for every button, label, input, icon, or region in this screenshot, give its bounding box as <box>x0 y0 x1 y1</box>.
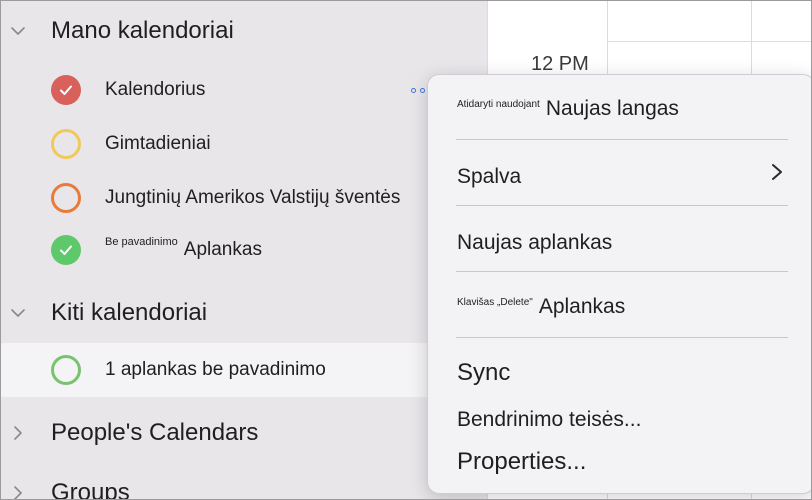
calendar-name-prefix: Be pavadinimo <box>105 236 178 248</box>
unchecked-circle-icon[interactable] <box>51 355 81 385</box>
chevron-right-icon[interactable] <box>10 485 26 499</box>
app-window: 12 PM Mano kalendoriai Kalendorius Gimta… <box>0 0 812 500</box>
calendar-name-main: Aplankas <box>183 239 262 260</box>
menu-item-color[interactable]: Spalva <box>457 165 521 189</box>
menu-item-sharing-permissions[interactable]: Bendrinimo teisės... <box>457 408 641 432</box>
menu-divider <box>456 139 788 140</box>
context-menu: Atidaryti naudojant Naujas langas Spalva… <box>427 74 811 494</box>
calendar-sidebar: Mano kalendoriai Kalendorius Gimtadienia… <box>1 1 487 499</box>
unchecked-circle-icon[interactable] <box>51 129 81 159</box>
menu-item-prefix: Klavišas „Delete" <box>457 297 533 308</box>
menu-divider <box>456 205 788 206</box>
calendar-name: Be pavadinimo Aplankas <box>105 223 262 277</box>
section-title: Groups <box>51 479 130 500</box>
menu-item-properties[interactable]: Properties... <box>457 448 586 476</box>
menu-divider <box>456 337 788 338</box>
chevron-down-icon[interactable] <box>10 305 26 321</box>
calendar-name: Jungtinių Amerikos Valstijų šventės <box>105 187 401 208</box>
menu-item-label: Bendrinimo teisės... <box>457 408 642 431</box>
menu-item-label: Sync <box>457 359 511 386</box>
section-other-calendars[interactable]: Kiti kalendoriai <box>1 293 487 333</box>
checked-circle-icon[interactable] <box>51 235 81 265</box>
menu-item-prefix: Atidaryti naudojant <box>457 99 540 110</box>
menu-item-sync[interactable]: Sync <box>457 359 510 387</box>
section-groups[interactable]: Groups <box>1 473 487 500</box>
checked-circle-icon[interactable] <box>51 75 81 105</box>
calendar-name: 1 aplankas be pavadinimo <box>105 359 326 380</box>
calendar-name: Gimtadieniai <box>105 133 211 154</box>
calendar-item-untitled-folder[interactable]: 1 aplankas be pavadinimo <box>1 343 487 397</box>
chevron-right-icon <box>772 164 782 180</box>
menu-divider <box>456 271 788 272</box>
menu-item-open-new-window[interactable]: Atidaryti naudojant Naujas langas <box>457 97 679 121</box>
calendar-name: Kalendorius <box>105 79 206 100</box>
calendar-item-holidays[interactable]: Jungtinių Amerikos Valstijų šventės <box>1 171 487 225</box>
section-title: Kiti kalendoriai <box>51 299 208 326</box>
menu-item-new-folder[interactable]: Naujas aplankas <box>457 231 612 255</box>
section-title: People's Calendars <box>51 419 259 446</box>
chevron-down-icon[interactable] <box>10 23 26 39</box>
chevron-right-icon[interactable] <box>10 425 26 441</box>
unchecked-circle-icon[interactable] <box>51 183 81 213</box>
menu-item-label: Naujas aplankas <box>457 231 613 254</box>
menu-item-delete-folder[interactable]: Klavišas „Delete" Aplankas <box>457 295 625 319</box>
menu-item-label: Naujas langas <box>545 97 679 120</box>
calendar-item-aplankas[interactable]: Be pavadinimo Aplankas <box>1 223 487 277</box>
menu-item-label: Spalva <box>457 165 522 188</box>
calendar-item-gimtadieniai[interactable]: Gimtadieniai <box>1 117 487 171</box>
calendar-item-kalendorius[interactable]: Kalendorius <box>1 63 487 117</box>
grid-line <box>607 41 811 42</box>
menu-item-label: Properties... <box>457 448 587 475</box>
section-title: Mano kalendoriai <box>51 17 234 44</box>
section-my-calendars[interactable]: Mano kalendoriai <box>1 11 487 51</box>
more-options-icon[interactable] <box>411 88 425 93</box>
time-label: 12 PM <box>531 53 589 75</box>
menu-item-label: Aplankas <box>538 295 626 318</box>
section-peoples-calendars[interactable]: People's Calendars <box>1 413 487 453</box>
